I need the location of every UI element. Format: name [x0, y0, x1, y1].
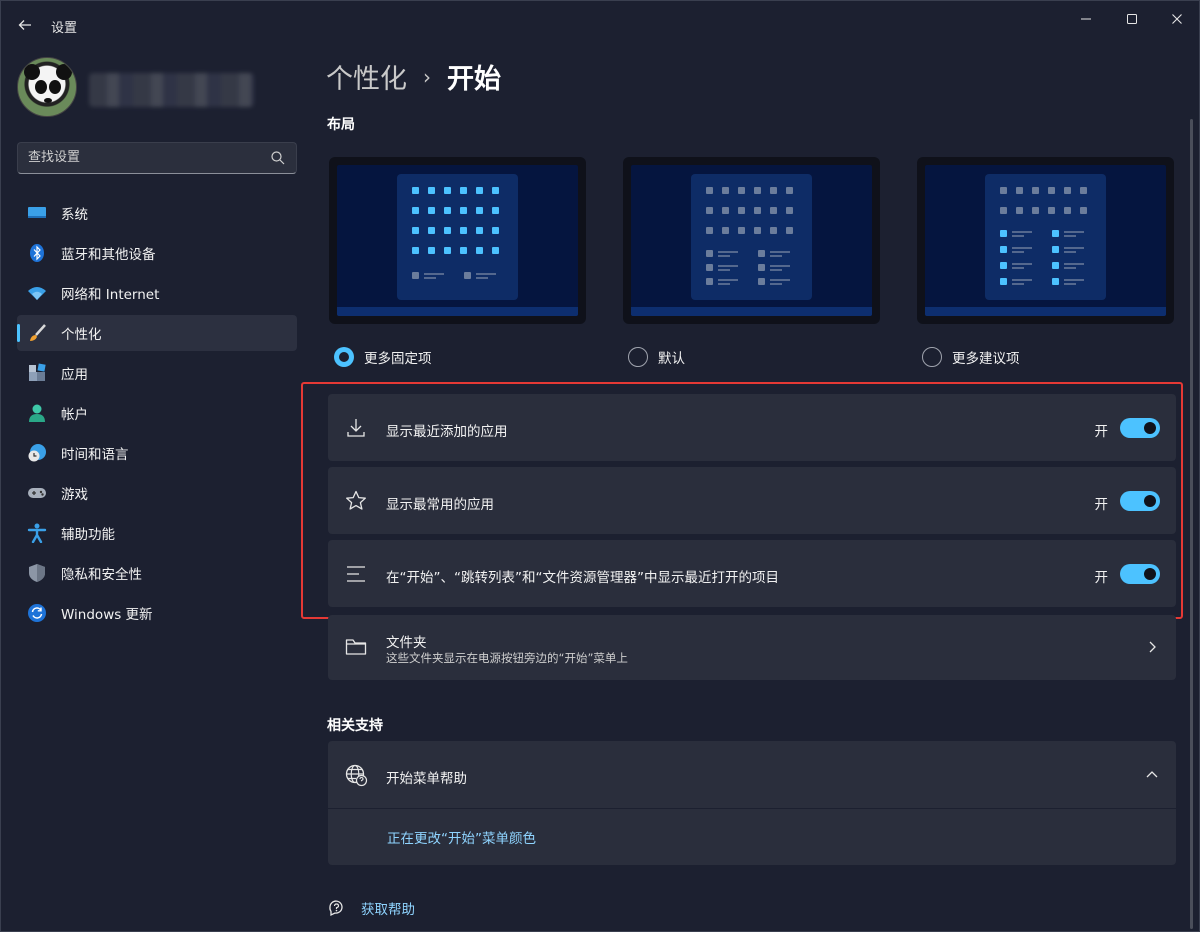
sidebar-item-label: 游戏	[61, 487, 88, 503]
start-menu-preview	[691, 174, 812, 300]
sidebar-item-label: 个性化	[61, 327, 102, 343]
maximize-icon	[1127, 14, 1137, 24]
get-help-link[interactable]: 获取帮助	[327, 898, 415, 918]
breadcrumb-parent[interactable]: 个性化	[326, 57, 407, 96]
folder-icon	[345, 639, 367, 655]
setting-label: 文件夹	[386, 635, 427, 651]
brush-icon	[27, 323, 47, 343]
gamepad-icon	[27, 483, 47, 503]
taskbar-preview	[337, 307, 578, 316]
search-input[interactable]	[28, 150, 258, 165]
bluetooth-icon	[27, 243, 47, 263]
layout-screen	[631, 165, 872, 316]
person-icon	[27, 403, 47, 423]
radio-label: 更多固定项	[364, 351, 432, 367]
breadcrumb: 个性化 › 开始	[326, 57, 501, 96]
radio-button[interactable]	[922, 347, 942, 367]
help-link-change-start-color[interactable]: 正在更改“开始”菜单颜色	[387, 827, 536, 847]
user-name-blurred	[89, 73, 254, 107]
section-title-related-support: 相关支持	[327, 718, 383, 734]
layout-screen	[925, 165, 1166, 316]
setting-description: 这些文件夹显示在电源按钮旁边的“开始”菜单上	[386, 651, 628, 665]
sidebar-item-apps[interactable]: 应用	[17, 355, 297, 391]
maximize-button[interactable]	[1109, 5, 1155, 33]
start-menu-preview	[397, 174, 518, 300]
accessibility-icon	[27, 523, 47, 543]
highlight-annotation-box	[301, 382, 1183, 619]
chevron-up-icon[interactable]	[1144, 767, 1160, 783]
radio-label: 默认	[658, 351, 685, 367]
sidebar-item-label: 时间和语言	[61, 447, 129, 463]
taskbar-preview	[631, 307, 872, 316]
help-panel-start-menu: 开始菜单帮助 正在更改“开始”菜单颜色	[328, 741, 1176, 865]
minimize-icon	[1081, 18, 1091, 20]
chat-help-icon	[329, 900, 343, 917]
layout-screen	[337, 165, 578, 316]
sidebar-item-label: 隐私和安全性	[61, 567, 142, 583]
title-bar: 设置	[1, 1, 1200, 47]
sidebar-item-personalization[interactable]: 个性化	[17, 315, 297, 351]
search-icon[interactable]	[270, 150, 286, 166]
sidebar-item-accounts[interactable]: 帐户	[17, 395, 297, 431]
section-title-layout: 布局	[327, 117, 355, 133]
monitor-icon	[27, 203, 47, 223]
layout-preview-default[interactable]	[623, 157, 880, 324]
globe-clock-icon	[27, 443, 47, 463]
app-title: 设置	[51, 21, 78, 36]
update-icon	[27, 603, 47, 623]
shield-icon	[27, 563, 47, 583]
sidebar-item-label: 辅助功能	[61, 527, 115, 543]
user-profile[interactable]	[17, 57, 254, 117]
radio-button[interactable]	[628, 347, 648, 367]
setting-folders[interactable]: 文件夹 这些文件夹显示在电源按钮旁边的“开始”菜单上	[328, 615, 1176, 680]
start-menu-preview	[985, 174, 1106, 300]
arrow-left-icon	[18, 20, 31, 30]
settings-window: 设置 系统	[0, 0, 1200, 932]
sidebar-item-label: 蓝牙和其他设备	[61, 247, 156, 263]
radio-more-pins[interactable]: 更多固定项	[334, 347, 432, 367]
sidebar-item-label: 应用	[61, 367, 88, 383]
sidebar-item-privacy[interactable]: 隐私和安全性	[17, 555, 297, 591]
page-title: 开始	[447, 64, 501, 95]
chevron-right-icon	[1149, 641, 1156, 653]
apps-icon	[27, 363, 47, 383]
divider	[328, 808, 1176, 809]
taskbar-preview	[925, 307, 1166, 316]
close-icon	[1172, 14, 1182, 24]
sidebar-item-label: 系统	[61, 207, 88, 223]
get-help-label: 获取帮助	[361, 902, 415, 918]
sidebar-item-network[interactable]: 网络和 Internet	[17, 275, 297, 311]
wifi-icon	[27, 283, 47, 303]
sidebar-item-label: Windows 更新	[61, 607, 153, 623]
sidebar-item-label: 网络和 Internet	[61, 287, 160, 303]
radio-default[interactable]: 默认	[628, 347, 685, 367]
close-button[interactable]	[1154, 5, 1200, 33]
layout-preview-more-recommendations[interactable]	[917, 157, 1174, 324]
sidebar-item-gaming[interactable]: 游戏	[17, 475, 297, 511]
help-panel-title: 开始菜单帮助	[386, 771, 467, 787]
sidebar-item-label: 帐户	[61, 407, 88, 423]
sidebar-item-bluetooth[interactable]: 蓝牙和其他设备	[17, 235, 297, 271]
radio-button-checked[interactable]	[334, 347, 354, 367]
sidebar-item-time-language[interactable]: 时间和语言	[17, 435, 297, 471]
back-button[interactable]	[13, 13, 37, 37]
breadcrumb-separator: ›	[423, 64, 431, 89]
sidebar-nav: 系统 蓝牙和其他设备 网络和 Internet 个性化 应用 帐户 时间和语言 …	[17, 195, 297, 635]
help-panel-header[interactable]: 开始菜单帮助	[328, 741, 1176, 808]
layout-preview-more-pins[interactable]	[329, 157, 586, 324]
sidebar-item-system[interactable]: 系统	[17, 195, 297, 231]
scrollbar[interactable]	[1190, 119, 1193, 929]
avatar	[17, 57, 77, 117]
radio-label: 更多建议项	[952, 351, 1020, 367]
minimize-button[interactable]	[1063, 5, 1109, 33]
sidebar-item-windows-update[interactable]: Windows 更新	[17, 595, 297, 631]
radio-more-recommendations[interactable]: 更多建议项	[922, 347, 1020, 367]
search-box[interactable]	[17, 142, 297, 174]
globe-help-icon	[345, 764, 368, 787]
sidebar-item-accessibility[interactable]: 辅助功能	[17, 515, 297, 551]
